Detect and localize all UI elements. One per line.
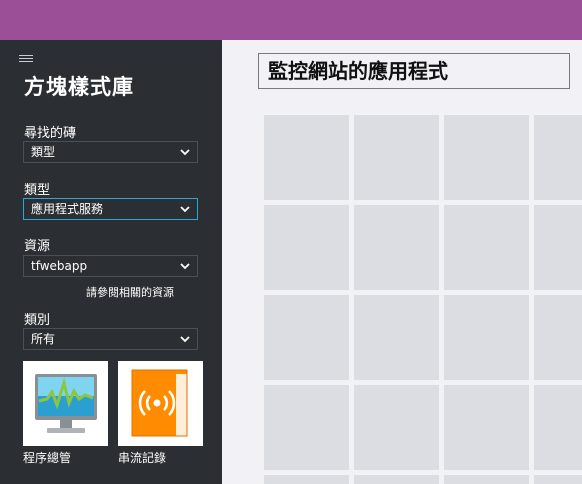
grid-cell (264, 115, 349, 200)
streaming-book-icon (131, 369, 188, 438)
process-explorer-tile-label: 程序總管 (23, 451, 72, 465)
grid-cell (354, 115, 439, 200)
grid-cell (534, 115, 582, 200)
grid-cell (264, 385, 349, 470)
process-explorer-tile[interactable] (23, 361, 108, 446)
grid-cell (354, 475, 439, 484)
resource-select[interactable]: tfwebapp (23, 255, 198, 277)
grid-cell (534, 295, 582, 380)
category-value: 所有 (31, 332, 56, 346)
grid-cell (264, 295, 349, 380)
grid-cell (444, 385, 529, 470)
grid-cell (354, 385, 439, 470)
type-select[interactable]: 應用程式服務 (23, 198, 198, 220)
chevron-down-icon (180, 262, 190, 270)
find-by-value: 類型 (31, 145, 56, 159)
grid-cell (444, 475, 529, 484)
find-by-label: 尋找的磚 (24, 126, 77, 141)
grid-cell (354, 295, 439, 380)
resource-label: 資源 (24, 239, 51, 254)
find-by-select[interactable]: 類型 (23, 141, 198, 163)
chevron-down-icon (180, 335, 190, 343)
grid-cell (354, 205, 439, 290)
type-label: 類型 (24, 183, 51, 198)
chevron-down-icon (180, 205, 190, 213)
chevron-down-icon (180, 148, 190, 156)
grid-cell (264, 475, 349, 484)
streaming-log-tile[interactable] (118, 361, 203, 446)
grid-cell (534, 385, 582, 470)
hamburger-menu-icon[interactable] (19, 54, 33, 64)
grid-cell (534, 475, 582, 484)
monitor-chart-icon (35, 374, 97, 433)
related-resources-link[interactable]: 請參閱相關的資源 (86, 284, 174, 300)
type-value: 應用程式服務 (31, 202, 104, 216)
resource-value: tfwebapp (31, 259, 88, 273)
grid-cell (444, 295, 529, 380)
grid-cell (534, 205, 582, 290)
category-select[interactable]: 所有 (23, 328, 198, 350)
grid-cell (444, 205, 529, 290)
grid-cell (264, 205, 349, 290)
tile-gallery-sidebar: 方塊樣式庫 尋找的磚 類型 類型 應用程式服務 資源 tfwebapp 請參閱相… (0, 40, 222, 484)
dashboard-title[interactable]: 監控網站的應用程式 (258, 53, 570, 89)
category-label: 類別 (24, 313, 51, 328)
streaming-log-tile-label: 串流記錄 (118, 451, 167, 465)
sidebar-title: 方塊樣式庫 (24, 75, 134, 99)
grid-cell (444, 115, 529, 200)
top-bar (0, 0, 582, 40)
